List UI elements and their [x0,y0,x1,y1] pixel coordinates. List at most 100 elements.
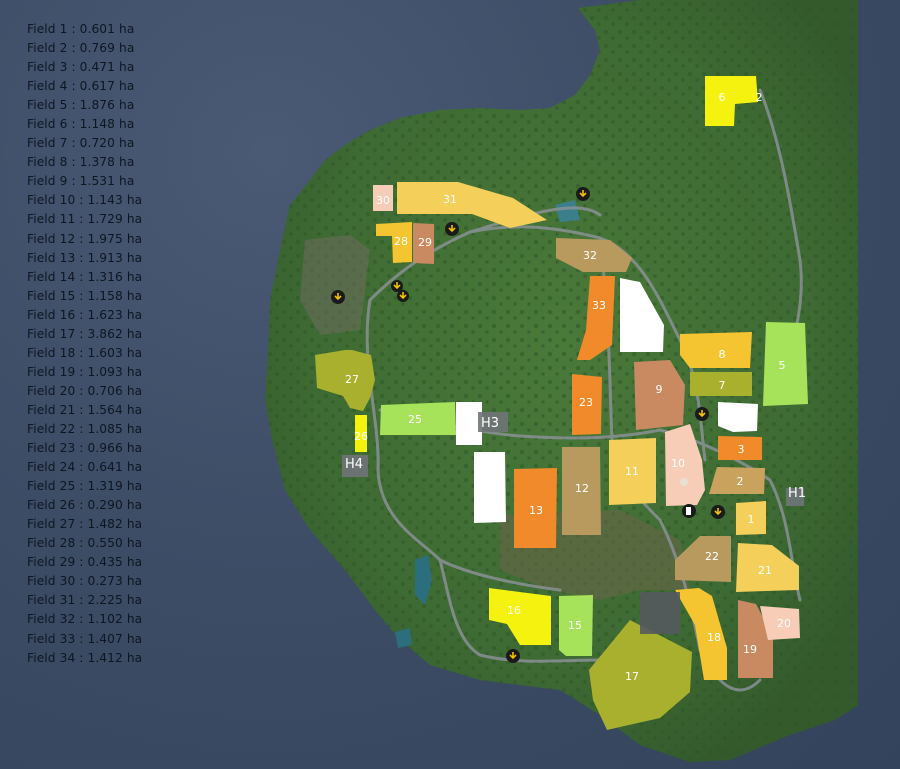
field-area-value: 1.158 ha [87,288,143,303]
field-17-number: 17 [625,670,639,683]
field-area-label: Field 1 [27,22,68,36]
sell-point-icon[interactable] [397,290,409,302]
field-area-label: Field 12 [27,231,76,246]
sell-point-icon[interactable] [445,222,459,236]
field-area-value: 1.412 ha [87,650,143,665]
field-18-number: 18 [707,631,721,644]
field-area-separator: : [75,650,88,665]
fuel-station-icon[interactable] [682,504,696,518]
field-area-value: 2.225 ha [87,593,143,608]
sell-point-icon[interactable] [391,280,403,292]
field-area-value: 1.623 ha [87,307,143,322]
field-area-label: Field 10 [27,193,76,208]
field-area-label: Field 34 [27,650,76,665]
field-22-number: 22 [705,550,719,563]
field-5-number: 5 [779,359,786,372]
field-20-number: 20 [777,617,791,630]
field-area-row: Field 20 : 0.706 ha [27,382,142,401]
field-area-row: Field 28 : 0.550 ha [27,534,142,553]
field-area-separator: : [75,345,88,360]
shop-icon[interactable] [680,478,688,486]
sell-point-icon[interactable] [576,187,590,201]
field-area-separator: : [75,326,88,341]
field-8-parcel[interactable] [680,332,752,368]
field-16-number: 16 [507,604,521,617]
field-area-separator: : [67,174,80,189]
field-area-value: 1.319 ha [87,479,143,494]
field-1-number: 1 [748,513,755,526]
field-area-label: Field 4 [27,79,68,94]
field-24-number: 24 [461,417,475,430]
field-area-value: 0.966 ha [87,441,143,456]
field-area-row: Field 9 : 1.531 ha [27,172,142,191]
field-area-label: Field 15 [27,288,76,303]
field-25-number: 25 [408,413,422,426]
field-area-separator: : [75,593,88,608]
sell-point-icon[interactable] [711,505,725,519]
field-area-row: Field 27 : 1.482 ha [27,515,142,534]
field-11-number: 11 [625,465,639,478]
field-area-row: Field 5 : 1.876 ha [27,96,142,115]
field-area-separator: : [75,498,88,513]
field-area-separator: : [75,517,88,532]
field-area-row: Field 3 : 0.471 ha [27,58,142,77]
field-area-separator: : [75,383,88,398]
field-area-separator: : [67,41,80,56]
field-area-row: Field 7 : 0.720 ha [27,134,142,153]
field-area-value: 0.471 ha [79,60,135,75]
field-area-label: Field 31 [27,593,76,608]
field-area-value: 1.148 ha [79,117,135,132]
field-area-separator: : [75,555,88,570]
warehouse [640,592,680,634]
field-area-label: Field 25 [27,479,76,494]
field-15-number: 15 [568,619,582,632]
field-area-label: Field 16 [27,307,76,322]
field-area-separator: : [75,574,88,589]
field-area-value: 3.862 ha [87,326,143,341]
field-21-number: 21 [758,564,772,577]
field-area-separator: : [75,307,88,322]
field-6-side-number: 2 [756,91,763,104]
field-area-label: Field 22 [27,421,76,436]
field-area-value: 1.143 ha [87,193,143,208]
sell-point-icon[interactable] [695,407,709,421]
field-33-number: 33 [592,299,606,312]
field-area-separator: : [67,60,80,75]
field-area-label: Field 11 [27,212,76,227]
field-area-value: 1.316 ha [87,269,143,284]
field-area-row: Field 12 : 1.975 ha [27,230,142,249]
field-area-value: 1.975 ha [87,231,143,246]
field-area-label: Field 17 [27,326,76,341]
field-19-number: 19 [743,643,757,656]
field-area-label: Field 8 [27,155,68,170]
field-10-number: 10 [671,457,685,470]
field-area-separator: : [75,212,88,227]
field-area-row: Field 14 : 1.316 ha [27,268,142,287]
field-area-value: 0.435 ha [87,555,143,570]
sell-point-icon[interactable] [506,649,520,663]
field-3-number: 3 [738,443,745,456]
field-area-separator: : [75,536,88,551]
field-area-label: Field 33 [27,631,76,646]
field-area-value: 1.603 ha [87,345,143,360]
sell-point-icon[interactable] [331,290,345,304]
field-area-value: 0.601 ha [79,22,135,36]
field-27-number: 27 [345,373,359,386]
field-area-value: 1.093 ha [87,364,143,379]
field-area-row: Field 31 : 2.225 ha [27,591,142,610]
field-area-value: 1.729 ha [87,212,143,227]
field-area-row: Field 13 : 1.913 ha [27,249,142,268]
field-area-row: Field 11 : 1.729 ha [27,210,142,229]
field-area-row: Field 23 : 0.966 ha [27,439,142,458]
field-area-separator: : [75,250,88,265]
field-area-separator: : [75,193,88,208]
field-area-row: Field 26 : 0.290 ha [27,496,142,515]
field-area-row: Field 1 : 0.601 ha [27,20,142,39]
map-view[interactable]: 1 2 3 4 5 6 7 8 9 10 11 12 13 14 15 16 1… [0,0,900,769]
field-area-row: Field 16 : 1.623 ha [27,306,142,325]
field-area-label: Field 7 [27,136,68,151]
field-31-number: 31 [443,193,457,206]
field-area-separator: : [67,98,80,113]
field-area-label: Field 21 [27,402,76,417]
field-5-parcel[interactable] [763,322,808,406]
